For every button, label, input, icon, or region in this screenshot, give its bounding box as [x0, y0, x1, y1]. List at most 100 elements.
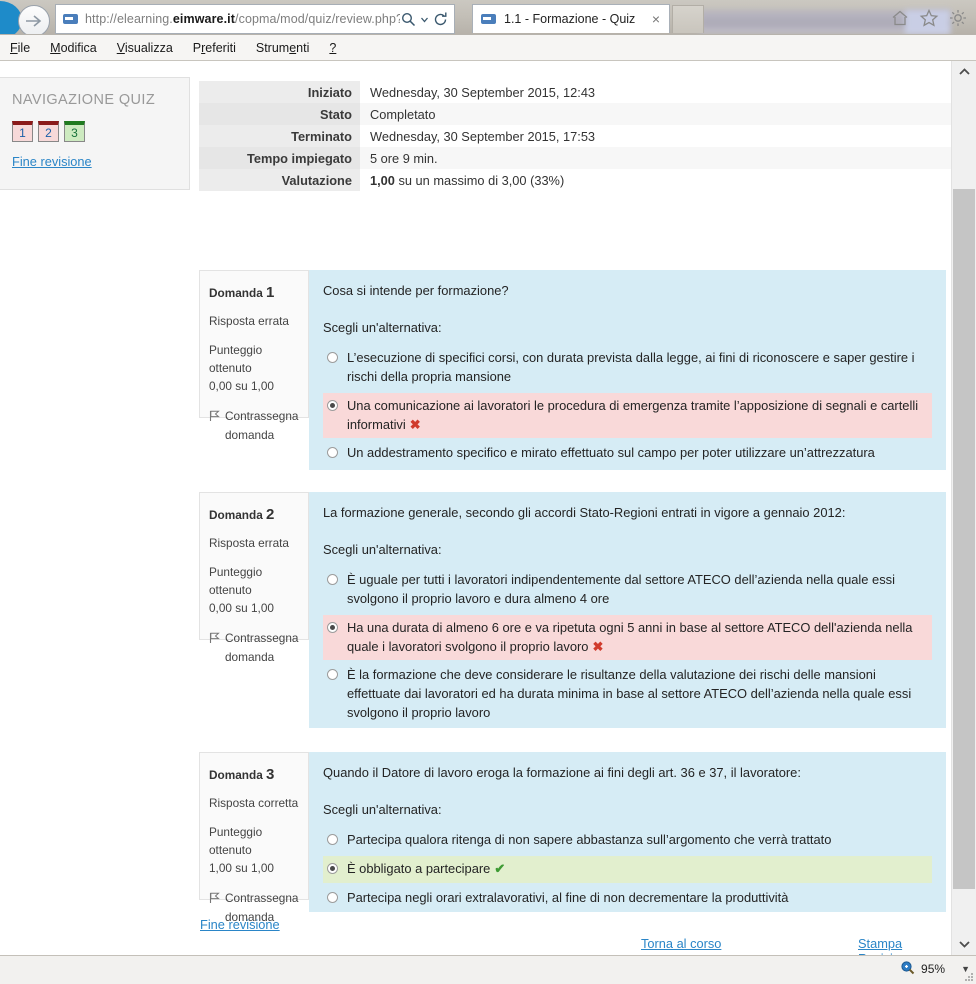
answer-text: Partecipa qualora ritenga di non sapere … [347, 832, 832, 848]
question-body-3: Quando il Datore di lavoro eroga la form… [309, 752, 946, 912]
flag-question-1[interactable]: Contrassegna domanda [209, 407, 299, 444]
menu-item-strumenti[interactable]: Strumenti [246, 41, 320, 55]
question-label-2: Domanda 2 [209, 503, 299, 526]
question-info-1: Domanda 1 Risposta errata Punteggio otte… [199, 270, 309, 442]
answer-text: Ha una durata di almeno 6 ore e va ripet… [347, 619, 926, 656]
answer-text: È la formazione che deve considerare le … [347, 667, 912, 720]
grade-score: 1,00 [370, 172, 395, 188]
answer-option[interactable]: Partecipa negli orari extralavorativi, a… [323, 885, 932, 912]
status-bar: 95% ▼ [0, 955, 976, 984]
forward-arrow-icon [26, 15, 42, 27]
answer-option[interactable]: Un addestramento specifico e mirato effe… [323, 440, 932, 467]
address-bar[interactable]: http://elearning.eimware.it/copma/mod/qu… [55, 4, 455, 34]
summary-value-valutazione: 1,00 su un massimo di 3,00 (33%) [360, 169, 954, 191]
incorrect-mark-icon: ✖ [592, 638, 604, 654]
answer-label: Ha una durata di almeno 6 ore e va ripet… [347, 619, 913, 654]
radio-icon[interactable] [327, 834, 338, 846]
flag-icon [209, 409, 220, 427]
table-row: Terminato Wednesday, 30 September 2015, … [199, 125, 954, 147]
radio-icon[interactable] [327, 447, 338, 459]
vertical-scrollbar[interactable] [951, 61, 976, 955]
flag-label: Contrassegna domanda [225, 409, 299, 442]
answer-option[interactable]: Ha una durata di almeno 6 ore e va ripet… [323, 614, 932, 661]
scroll-up-button[interactable] [952, 61, 976, 83]
menu-item-preferiti[interactable]: Preferiti [183, 41, 246, 55]
table-row: Stato Completato [199, 103, 954, 125]
refresh-icon[interactable] [432, 11, 449, 28]
bottom-end-review-link[interactable]: Fine revisione [200, 917, 280, 932]
answer-text: È obbligato a partecipare ✔ [347, 860, 926, 879]
summary-key-stato: Stato [199, 103, 360, 125]
question-button-1[interactable]: 1 [12, 121, 33, 142]
zoom-control[interactable]: 95% ▼ [900, 960, 970, 978]
address-bar-icons [400, 11, 449, 28]
close-icon[interactable]: × [652, 12, 660, 26]
question-text-1: Cosa si intende per formazione? [323, 283, 509, 298]
new-tab-button[interactable] [672, 5, 704, 33]
home-icon[interactable] [890, 8, 910, 28]
chevron-down-icon[interactable] [420, 11, 429, 28]
incorrect-mark-icon: ✖ [409, 416, 421, 432]
question-score-1: Punteggio ottenuto 0,00 su 1,00 [209, 341, 299, 396]
question-number-buttons: 1 2 3 [12, 121, 177, 142]
question-score-3: Punteggio ottenuto 1,00 su 1,00 [209, 823, 299, 878]
radio-icon[interactable] [327, 352, 338, 364]
question-body-1: Cosa si intende per formazione? Scegli u… [309, 270, 946, 470]
question-word: Domanda [209, 508, 263, 522]
answer-label: Una comunicazione ai lavoratori le proce… [347, 397, 919, 432]
flag-question-2[interactable]: Contrassegna domanda [209, 629, 299, 666]
scroll-down-button[interactable] [952, 933, 976, 955]
radio-icon[interactable] [327, 891, 338, 903]
answer-option[interactable]: È la formazione che deve considerare le … [323, 662, 932, 726]
summary-value-iniziato: Wednesday, 30 September 2015, 12:43 [360, 81, 954, 103]
gear-icon[interactable] [948, 8, 968, 28]
answer-option[interactable]: L’esecuzione di specifici corsi, con dur… [323, 345, 932, 390]
answer-option[interactable]: È uguale per tutti i lavoratori indipend… [323, 567, 932, 612]
question-word: Domanda [209, 286, 263, 300]
menu-item-modifica[interactable]: Modifica [40, 41, 107, 55]
radio-icon[interactable] [327, 621, 338, 633]
flag-label: Contrassegna domanda [225, 631, 299, 664]
chevron-down-icon [958, 941, 970, 948]
answer-text: Una comunicazione ai lavoratori le proce… [347, 397, 926, 434]
question-state-2: Risposta errata [209, 536, 289, 551]
score-value: 0,00 su 1,00 [209, 379, 274, 394]
summary-key-valutazione: Valutazione [199, 169, 360, 191]
summary-key-terminato: Terminato [199, 125, 360, 147]
question-block-1: Domanda 1 Risposta errata Punteggio otte… [199, 270, 954, 470]
radio-icon[interactable] [327, 863, 338, 875]
browser-tab[interactable]: 1.1 - Formazione - Quiz × [472, 4, 670, 33]
score-value: 0,00 su 1,00 [209, 601, 274, 616]
forward-button[interactable] [18, 5, 50, 37]
search-icon[interactable] [400, 11, 417, 28]
tab-favicon-icon [481, 14, 496, 24]
question-label-3: Domanda 3 [209, 763, 299, 786]
print-review-link[interactable]: Stampa Revisione [858, 936, 952, 955]
radio-icon[interactable] [327, 399, 338, 411]
sidebar-end-review-link[interactable]: Fine revisione [12, 154, 92, 169]
question-button-2[interactable]: 2 [38, 121, 59, 142]
question-text-3: Quando il Datore di lavoro eroga la form… [323, 765, 801, 780]
address-bar-text: http://elearning.eimware.it/copma/mod/qu… [85, 12, 400, 26]
question-state-1: Risposta errata [209, 314, 289, 329]
answer-option[interactable]: È obbligato a partecipare ✔ [323, 856, 932, 883]
page-favicon-icon [63, 14, 78, 24]
answer-text: Un addestramento specifico e mirato effe… [347, 445, 875, 461]
question-button-3[interactable]: 3 [64, 121, 85, 142]
choose-prompt-2: Scegli un'alternativa: [323, 541, 442, 557]
radio-icon[interactable] [327, 574, 338, 586]
menu-item-visualizza[interactable]: Visualizza [107, 41, 183, 55]
favorites-star-icon[interactable] [919, 8, 939, 28]
flag-icon [209, 891, 220, 909]
scrollbar-thumb[interactable] [953, 189, 975, 889]
answer-option[interactable]: Una comunicazione ai lavoratori le proce… [323, 392, 932, 439]
answer-option[interactable]: Partecipa qualora ritenga di non sapere … [323, 827, 932, 854]
menu-item-file[interactable]: File [0, 41, 40, 55]
answer-text: È uguale per tutti i lavoratori indipend… [347, 572, 895, 607]
score-value: 1,00 su 1,00 [209, 861, 274, 876]
back-to-course-link[interactable]: Torna al corso [641, 936, 721, 951]
menu-item-help[interactable]: ? [319, 41, 346, 55]
resize-grip[interactable] [964, 972, 974, 982]
question-text-2: La formazione generale, secondo gli acco… [323, 505, 846, 520]
radio-icon[interactable] [327, 669, 338, 681]
